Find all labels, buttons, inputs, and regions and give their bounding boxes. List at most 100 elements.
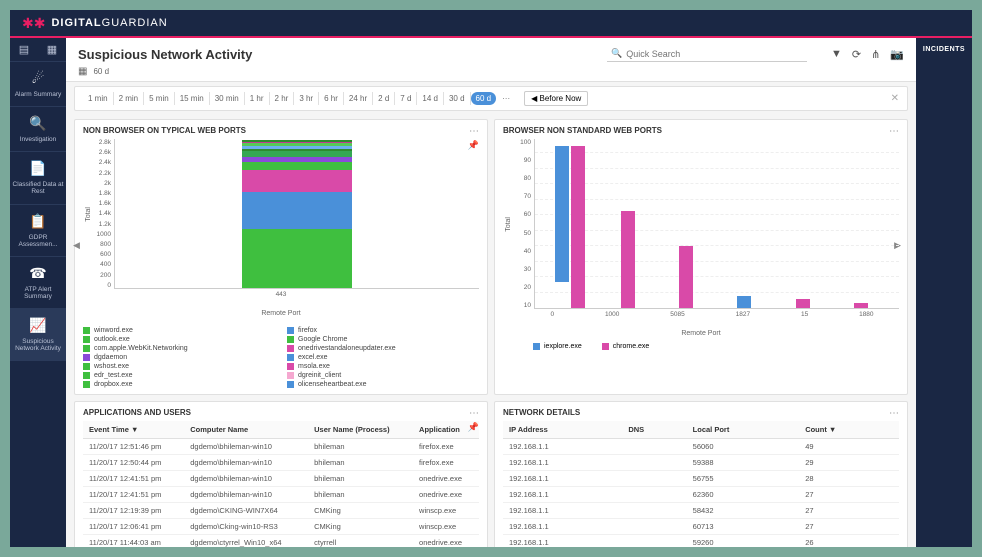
time-segment[interactable]: 5 min bbox=[144, 92, 175, 105]
time-segment[interactable]: 1 min bbox=[83, 92, 114, 105]
time-segment[interactable]: 7 d bbox=[395, 92, 417, 105]
card-menu-icon[interactable]: ⋯ bbox=[889, 126, 899, 137]
column-header[interactable]: IP Address bbox=[503, 421, 622, 439]
y-tick: 2k bbox=[92, 180, 111, 187]
time-segment[interactable]: 3 hr bbox=[294, 92, 319, 105]
bar[interactable] bbox=[737, 296, 751, 308]
time-segment[interactable]: 2 min bbox=[114, 92, 145, 105]
card-menu-icon[interactable]: ⋯ bbox=[889, 408, 899, 419]
column-header[interactable]: DNS bbox=[622, 421, 686, 439]
time-segment[interactable]: 14 d bbox=[417, 92, 444, 105]
time-segment[interactable]: 30 d bbox=[444, 92, 471, 105]
legend-item[interactable]: wshost.exe bbox=[83, 363, 275, 370]
filter-icon[interactable]: ▼ bbox=[831, 48, 842, 61]
sidebar-item-3[interactable]: 📋GDPR Assessmen... bbox=[10, 205, 66, 257]
legend-item[interactable]: com.apple.WebKit.Networking bbox=[83, 345, 275, 352]
table-row[interactable]: 192.168.1.15926026 bbox=[503, 535, 899, 548]
legend-item[interactable]: msola.exe bbox=[287, 363, 479, 370]
table-row[interactable]: 11/20/17 12:50:44 pmdgdemo\bhileman-win1… bbox=[83, 455, 479, 471]
column-header[interactable]: Local Port bbox=[687, 421, 800, 439]
legend-item[interactable]: excel.exe bbox=[287, 354, 479, 361]
x-tick: 1880 bbox=[859, 311, 873, 318]
legend-item[interactable]: chrome.exe bbox=[602, 343, 650, 350]
sidebar-item-0[interactable]: ☄Alarm Summary bbox=[10, 62, 66, 107]
table-cell: 62360 bbox=[687, 487, 800, 503]
legend-item[interactable]: dgreinit_client bbox=[287, 372, 479, 379]
table-row[interactable]: 192.168.1.16071327 bbox=[503, 519, 899, 535]
legend-item[interactable]: Google Chrome bbox=[287, 336, 479, 343]
legend-item[interactable]: winword.exe bbox=[83, 327, 275, 334]
y-tick: 200 bbox=[92, 272, 111, 279]
table-row[interactable]: 11/20/17 12:19:39 pmdgdemo\CKING-WIN7X64… bbox=[83, 503, 479, 519]
column-header[interactable]: Count ▼ bbox=[799, 421, 899, 439]
bar-segment[interactable] bbox=[242, 229, 352, 288]
legend-item[interactable]: iexplore.exe bbox=[533, 343, 582, 350]
card-pin-icon[interactable]: 📌 bbox=[468, 422, 479, 433]
time-segment[interactable]: 60 d bbox=[471, 92, 497, 105]
camera-icon[interactable]: 📷 bbox=[890, 48, 904, 61]
bar-segment[interactable] bbox=[242, 162, 352, 170]
incidents-tab[interactable]: INCIDENTS bbox=[916, 46, 972, 53]
table-row[interactable]: 11/20/17 12:41:51 pmdgdemo\bhileman-win1… bbox=[83, 471, 479, 487]
legend-label: dgreinit_client bbox=[298, 372, 341, 379]
column-header[interactable]: User Name (Process) bbox=[308, 421, 413, 439]
legend-item[interactable]: edr_test.exe bbox=[83, 372, 275, 379]
time-segment[interactable]: 30 min bbox=[210, 92, 245, 105]
bar-segment[interactable] bbox=[242, 170, 352, 191]
sidebar-item-2[interactable]: 📄Classified Data at Rest bbox=[10, 152, 66, 204]
column-header[interactable]: Computer Name bbox=[184, 421, 308, 439]
time-segment[interactable]: 2 hr bbox=[270, 92, 295, 105]
table-row[interactable]: 11/20/17 12:51:46 pmdgdemo\bhileman-win1… bbox=[83, 439, 479, 455]
sidebar-label: Suspicious Network Activity bbox=[12, 338, 64, 352]
table-cell: bhileman bbox=[308, 487, 413, 503]
table-row[interactable]: 192.168.1.15843227 bbox=[503, 503, 899, 519]
sidebar-item-5[interactable]: 📈Suspicious Network Activity bbox=[10, 309, 66, 361]
share-icon[interactable]: ⋔ bbox=[871, 48, 880, 61]
time-segment[interactable]: 24 hr bbox=[344, 92, 373, 105]
legend-item[interactable]: firefox bbox=[287, 327, 479, 334]
legend-item[interactable]: dropbox.exe bbox=[83, 381, 275, 388]
table-row[interactable]: 192.168.1.16236027 bbox=[503, 487, 899, 503]
sidebar-item-1[interactable]: 🔍Investigation bbox=[10, 107, 66, 152]
legend-item[interactable]: outlook.exe bbox=[83, 336, 275, 343]
chart-prev-icon[interactable]: ◀ bbox=[73, 240, 80, 251]
bar[interactable] bbox=[679, 246, 693, 308]
refresh-icon[interactable]: ⟳ bbox=[852, 48, 861, 61]
bar[interactable] bbox=[796, 299, 810, 308]
time-segment[interactable]: 1 hr bbox=[245, 92, 270, 105]
bar-segment[interactable] bbox=[242, 192, 352, 230]
table-row[interactable]: 192.168.1.15606049 bbox=[503, 439, 899, 455]
time-segment[interactable]: 2 d bbox=[373, 92, 395, 105]
side-top-chart-icon[interactable]: ▦ bbox=[38, 38, 66, 61]
search-input[interactable] bbox=[626, 49, 803, 59]
calendar-icon[interactable]: ▦ bbox=[78, 66, 87, 77]
table-cell: 11/20/17 11:44:03 am bbox=[83, 535, 184, 548]
legend-swatch bbox=[287, 381, 294, 388]
x-tick: 5085 bbox=[670, 311, 684, 318]
bar[interactable] bbox=[621, 211, 635, 308]
timebar-close-icon[interactable]: ✕ bbox=[891, 93, 899, 104]
column-header[interactable]: Event Time ▼ bbox=[83, 421, 184, 439]
legend-item[interactable]: onedrivestandaloneupdater.exe bbox=[287, 345, 479, 352]
table-row[interactable]: 11/20/17 11:44:03 amdgdemo\ctyrrel_Win10… bbox=[83, 535, 479, 548]
table-row[interactable]: 11/20/17 12:06:41 pmdgdemo\Cking-win10-R… bbox=[83, 519, 479, 535]
card-menu-icon[interactable]: ⋯ bbox=[469, 126, 479, 137]
time-segment[interactable]: 15 min bbox=[175, 92, 210, 105]
legend-item[interactable]: dgdaemon bbox=[83, 354, 275, 361]
side-top-dash-icon[interactable]: ▤ bbox=[10, 38, 38, 61]
table-row[interactable]: 192.168.1.15675528 bbox=[503, 471, 899, 487]
search-box[interactable]: 🔍 bbox=[607, 46, 807, 62]
before-now-button[interactable]: ◀ Before Now bbox=[524, 91, 588, 106]
table-row[interactable]: 11/20/17 12:41:51 pmdgdemo\bhileman-win1… bbox=[83, 487, 479, 503]
time-more-icon[interactable]: ⋯ bbox=[498, 94, 514, 103]
table-cell: 28 bbox=[799, 471, 899, 487]
card-menu-icon[interactable]: ⋯ bbox=[469, 408, 479, 419]
table-row[interactable]: 192.168.1.15938829 bbox=[503, 455, 899, 471]
bar[interactable] bbox=[854, 303, 868, 308]
stacked-bar-plot bbox=[114, 139, 479, 289]
bar[interactable] bbox=[555, 146, 569, 282]
time-segment[interactable]: 6 hr bbox=[319, 92, 344, 105]
legend-item[interactable]: olicenseheartbeat.exe bbox=[287, 381, 479, 388]
bar[interactable] bbox=[571, 146, 585, 308]
sidebar-item-4[interactable]: ☎ATP Alert Summary bbox=[10, 257, 66, 309]
